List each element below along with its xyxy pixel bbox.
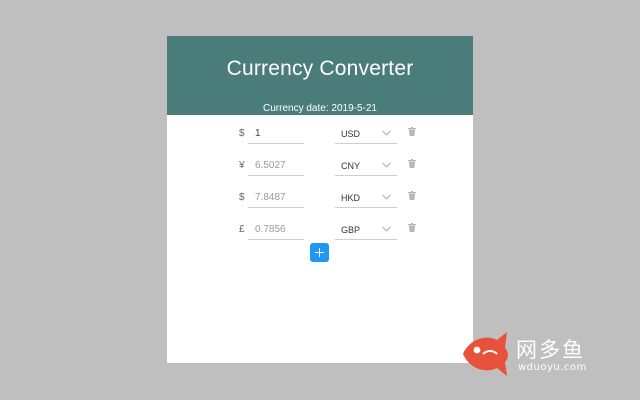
trash-icon[interactable] — [408, 159, 416, 168]
header: Currency Converter Currency date: 2019-5… — [167, 36, 473, 115]
trash-icon[interactable] — [408, 127, 416, 136]
trash-icon[interactable] — [408, 223, 416, 232]
chevron-down-icon — [382, 226, 391, 232]
currency-select[interactable]: GBP — [335, 220, 397, 240]
trash-icon[interactable] — [408, 191, 416, 200]
amount-input[interactable] — [248, 188, 304, 208]
watermark: 网多鱼 wduoyu.com — [459, 328, 634, 380]
currency-code: GBP — [341, 225, 361, 235]
fish-logo-icon — [463, 332, 508, 376]
currency-code: HKD — [341, 193, 361, 203]
page-title: Currency Converter — [226, 57, 414, 80]
chevron-down-icon — [382, 130, 391, 136]
currency-code: CNY — [341, 161, 361, 171]
currency-select[interactable]: USD — [335, 124, 397, 144]
currency-code: USD — [341, 129, 361, 139]
currency-row: $ HKD — [167, 188, 473, 214]
add-currency-button[interactable] — [310, 243, 329, 262]
chevron-down-icon — [382, 162, 391, 168]
currency-select[interactable]: HKD — [335, 188, 397, 208]
amount-input[interactable] — [248, 124, 304, 144]
amount-input[interactable] — [248, 220, 304, 240]
watermark-name: 网多鱼 — [516, 338, 585, 362]
currency-row: $ USD — [167, 124, 473, 150]
converter-popup: Currency Converter Currency date: 2019-5… — [167, 36, 473, 363]
currency-date: Currency date: 2019-5-21 — [263, 103, 377, 114]
chevron-down-icon — [382, 194, 391, 200]
currency-select[interactable]: CNY — [335, 156, 397, 176]
watermark-url: wduoyu.com — [518, 362, 587, 373]
currency-row: ¥ CNY — [167, 156, 473, 182]
amount-input[interactable] — [248, 156, 304, 176]
